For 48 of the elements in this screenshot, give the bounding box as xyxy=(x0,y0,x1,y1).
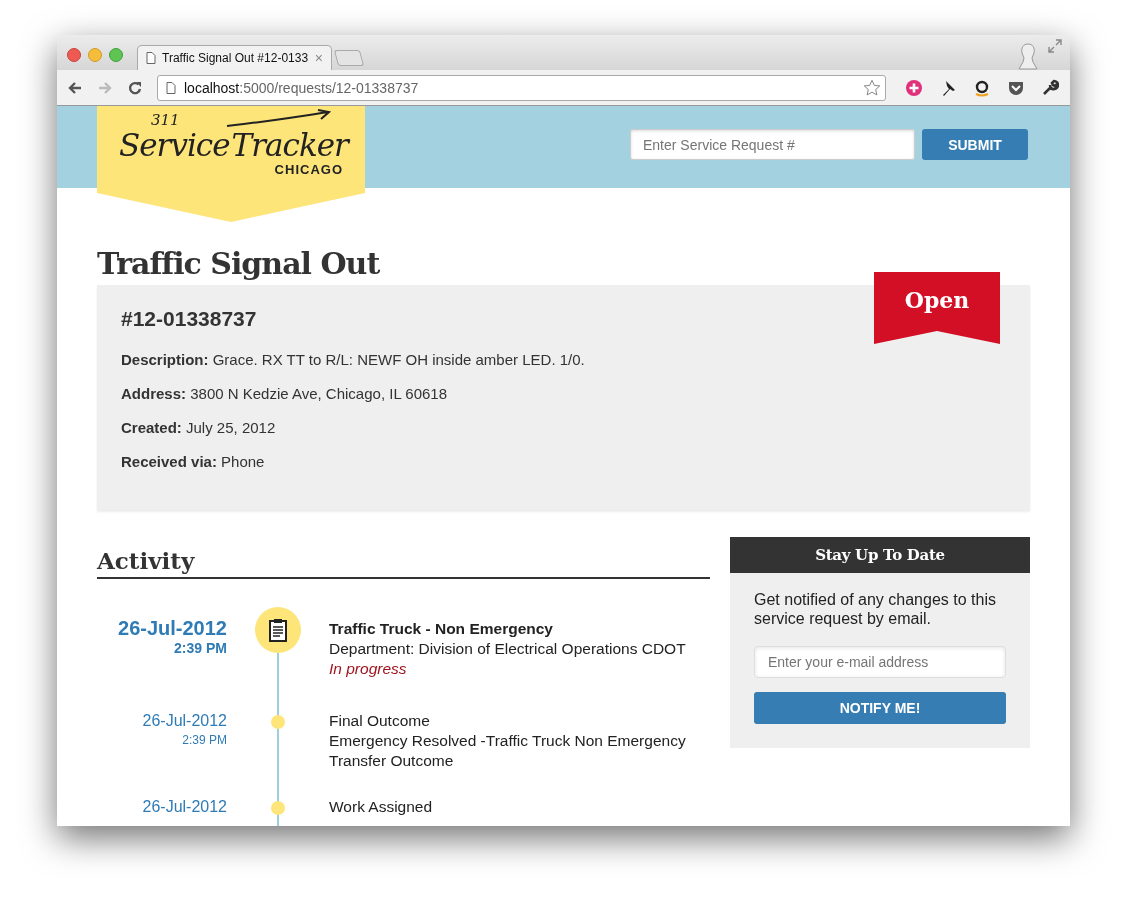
activity-date: 26-Jul-2012 xyxy=(141,712,227,730)
status-ribbon: Open xyxy=(874,272,1000,344)
fullscreen-icon[interactable] xyxy=(1048,39,1062,53)
logo-number: 311 xyxy=(151,112,180,128)
logo-word: Service xyxy=(119,128,230,162)
activity-text: Emergency Resolved -Traffic Truck Non Emergency xyxy=(329,731,687,751)
logo-word: Tracker xyxy=(231,128,348,162)
activity-text: Traffic Truck - Non Emergency xyxy=(329,619,554,639)
activity-date: 26-Jul-2012 xyxy=(141,798,227,816)
address-bar[interactable]: localhost:5000/requests/12-01338737 xyxy=(157,74,886,101)
activity-status: In progress xyxy=(329,659,408,679)
reload-icon[interactable] xyxy=(127,79,143,96)
zoom-window-button[interactable] xyxy=(109,47,123,62)
back-icon[interactable] xyxy=(67,79,83,96)
activity-time: 2:39 PM xyxy=(181,733,227,747)
activity-text: Final Outcome xyxy=(329,711,431,731)
detail-line: Description: Grace. RX TT to R/L: NEWF OH inside amber LED. 1/0. xyxy=(121,350,586,370)
plus-icon[interactable] xyxy=(905,78,923,97)
activity-time: 2:39 PM xyxy=(173,640,227,656)
clipboard-icon xyxy=(255,607,301,653)
detail-line: Received via: Phone xyxy=(121,452,266,472)
detail-line: Address: 3800 N Kedzie Ave, Chicago, IL 60618 xyxy=(121,384,449,404)
notify-button[interactable]: NOTIFY ME! xyxy=(754,692,1006,724)
star-icon[interactable] xyxy=(863,78,881,97)
activity-text: Work Assigned xyxy=(329,797,434,817)
logo-banner[interactable]: 311 ServiceTracker CHICAGO xyxy=(97,106,365,222)
timeline-dot xyxy=(271,715,285,729)
close-window-button[interactable] xyxy=(67,47,81,62)
search-field[interactable]: Enter Service Request # xyxy=(630,129,915,160)
submit-button[interactable]: SUBMIT xyxy=(922,129,1028,160)
browser-tab[interactable]: Traffic Signal Out #12-0133 × xyxy=(137,45,332,70)
page-title: Traffic Signal Out xyxy=(97,245,381,283)
request-number: #12-01338737 xyxy=(121,307,258,331)
tab-title: Traffic Signal Out #12-0133 xyxy=(162,51,309,65)
section-heading: Activity xyxy=(97,541,710,579)
activity-date: 26-Jul-2012 xyxy=(117,617,227,640)
smile-logo-icon[interactable] xyxy=(973,78,991,97)
timeline-dot xyxy=(271,801,285,815)
detail-line: Created: July 25, 2012 xyxy=(121,418,277,438)
url-text: localhost:5000/requests/12-01338737 xyxy=(184,79,420,96)
page-icon xyxy=(166,81,176,94)
panel-text: Get notified of any changes to this service request by email. xyxy=(754,590,997,628)
panel-heading: Stay Up To Date xyxy=(730,537,1030,573)
email-field[interactable]: Enter your e-mail address xyxy=(754,646,1006,678)
activity-text: Transfer Outcome xyxy=(329,751,455,771)
page-icon xyxy=(146,52,156,64)
logo-city: CHICAGO xyxy=(273,162,343,177)
activity-text: Department: Division of Electrical Operations CDOT xyxy=(329,639,687,659)
